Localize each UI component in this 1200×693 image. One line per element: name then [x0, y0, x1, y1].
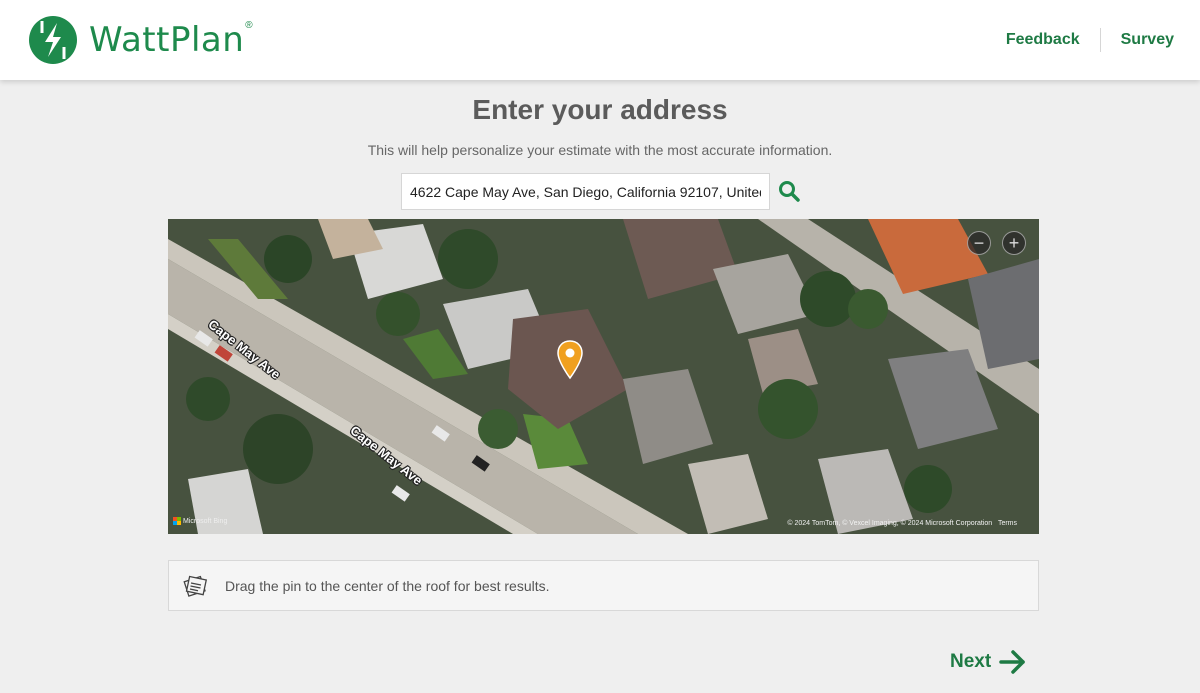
aerial-imagery — [168, 219, 1039, 534]
map-provider: Microsoft Bing — [183, 517, 228, 525]
header-nav: Feedback Survey — [1006, 28, 1174, 52]
top-header: WattPlan ® Feedback Survey — [0, 0, 1200, 80]
registered-mark: ® — [245, 19, 253, 31]
address-input[interactable] — [401, 173, 770, 210]
satellite-map[interactable]: Cape May Ave Cape May Ave − + Microsoft … — [168, 219, 1039, 534]
location-pin-icon[interactable] — [557, 340, 583, 380]
note-icon — [183, 575, 208, 597]
hint-text: Drag the pin to the center of the roof f… — [225, 577, 550, 594]
map-attribution: © 2024 TomTom, © Vexcel Imaging, © 2024 … — [787, 520, 1017, 527]
wattplan-logo[interactable]: WattPlan ® — [28, 15, 253, 65]
zoom-in-button[interactable]: + — [1002, 231, 1026, 255]
survey-link[interactable]: Survey — [1121, 31, 1174, 49]
nav-divider — [1099, 28, 1101, 52]
lightning-bolt-icon — [29, 16, 77, 64]
microsoft-bing-logo: Microsoft Bing — [173, 517, 227, 525]
attribution-text: © 2024 TomTom, © Vexcel Imaging, © 2024 … — [787, 520, 993, 527]
terms-link[interactable]: Terms — [998, 520, 1017, 527]
arrow-right-icon — [999, 650, 1025, 674]
page-title: Enter your address — [472, 94, 728, 125]
feedback-link[interactable]: Feedback — [1006, 31, 1080, 49]
hint-box: Drag the pin to the center of the roof f… — [168, 560, 1039, 611]
search-icon[interactable] — [778, 180, 800, 202]
next-label: Next — [950, 651, 992, 672]
zoom-out-button[interactable]: − — [967, 231, 991, 255]
next-button[interactable]: Next — [950, 648, 1027, 676]
brand-name: WattPlan — [89, 20, 245, 60]
microsoft-logo-icon — [173, 517, 181, 525]
page-subtitle: This will help personalize your estimate… — [367, 142, 833, 158]
